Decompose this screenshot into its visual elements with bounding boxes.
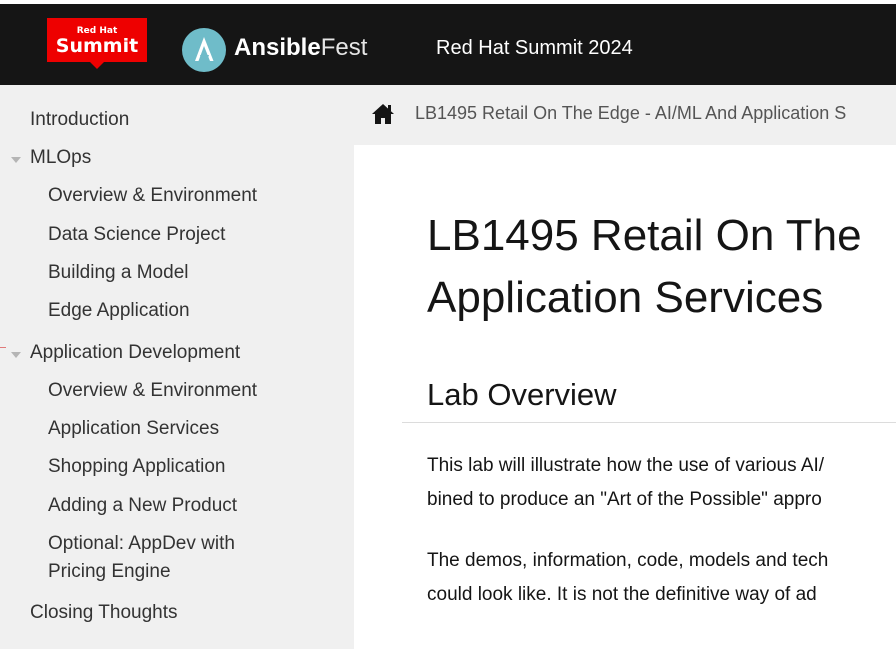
summit-logo-small-text: Red Hat: [76, 26, 118, 36]
sidebar-item-closing-thoughts[interactable]: Closing Thoughts: [30, 601, 178, 625]
paragraph-intro-line-1: This lab will illustrate how the use of …: [427, 455, 825, 476]
sidebar-item-optional-appdev[interactable]: Optional: AppDev with: [48, 532, 235, 556]
paragraph-disclaimer-line-1: The demos, information, code, models and…: [427, 550, 829, 571]
sidebar-item-adding-new-product[interactable]: Adding a New Product: [48, 494, 237, 518]
page-title-line-2: Application Services: [427, 273, 824, 322]
sidebar-item-mlops[interactable]: MLOps: [30, 146, 91, 170]
ansible-logo-light-text: Fest: [320, 34, 368, 61]
site-title[interactable]: Red Hat Summit 2024: [436, 36, 633, 60]
section-heading-lab-overview: Lab Overview: [427, 377, 617, 412]
page-title-line-1: LB1495 Retail On The: [427, 211, 862, 260]
ansible-logo-bold-text: Ansible: [234, 34, 321, 61]
home-icon[interactable]: [371, 103, 395, 125]
expand-caret-icon[interactable]: [11, 157, 21, 163]
sidebar-item-application-services[interactable]: Application Services: [48, 417, 219, 441]
sidebar-item-building-model[interactable]: Building a Model: [48, 261, 188, 285]
page: Red Hat Summit AnsibleFest Red Hat Summi…: [0, 0, 896, 649]
sidebar-item-edge-application[interactable]: Edge Application: [48, 299, 190, 323]
paragraph-disclaimer: The demos, information, code, models and…: [427, 544, 828, 612]
breadcrumb-current-page: LB1495 Retail On The Edge - AI/ML And Ap…: [415, 103, 847, 123]
sidebar-item-application-development[interactable]: Application Development: [30, 341, 240, 365]
paragraph-disclaimer-line-2: could look like. It is not the definitiv…: [427, 584, 817, 605]
section-divider: [402, 422, 896, 423]
sidebar-item-mlops-overview[interactable]: Overview & Environment: [48, 184, 257, 208]
breadcrumb: LB1495 Retail On The Edge - AI/ML And Ap…: [354, 85, 896, 145]
ansiblefest-logo-text[interactable]: AnsibleFest: [234, 34, 367, 62]
decorative-tick: [0, 347, 6, 348]
main-content: LB1495 Retail On The Application Service…: [354, 145, 896, 649]
expand-caret-icon[interactable]: [11, 352, 21, 358]
sidebar-nav: Introduction MLOps Overview & Environmen…: [0, 85, 354, 649]
sidebar-item-introduction[interactable]: Introduction: [30, 108, 129, 132]
sidebar-item-shopping-application[interactable]: Shopping Application: [48, 455, 225, 479]
summit-logo-big-text: Summit: [55, 35, 139, 57]
ansible-logo-icon[interactable]: [182, 28, 226, 72]
page-title: LB1495 Retail On The Application Service…: [427, 205, 896, 329]
sidebar-item-appdev-overview[interactable]: Overview & Environment: [48, 379, 257, 403]
sidebar-item-data-science-project[interactable]: Data Science Project: [48, 223, 225, 247]
paragraph-intro-line-2: bined to produce an "Art of the Possible…: [427, 489, 822, 510]
top-navigation-bar: Red Hat Summit AnsibleFest Red Hat Summi…: [0, 0, 896, 85]
paragraph-intro: This lab will illustrate how the use of …: [427, 449, 824, 517]
red-hat-summit-logo[interactable]: Red Hat Summit: [47, 18, 147, 69]
sidebar-item-optional-appdev-line2[interactable]: Pricing Engine: [48, 560, 171, 584]
